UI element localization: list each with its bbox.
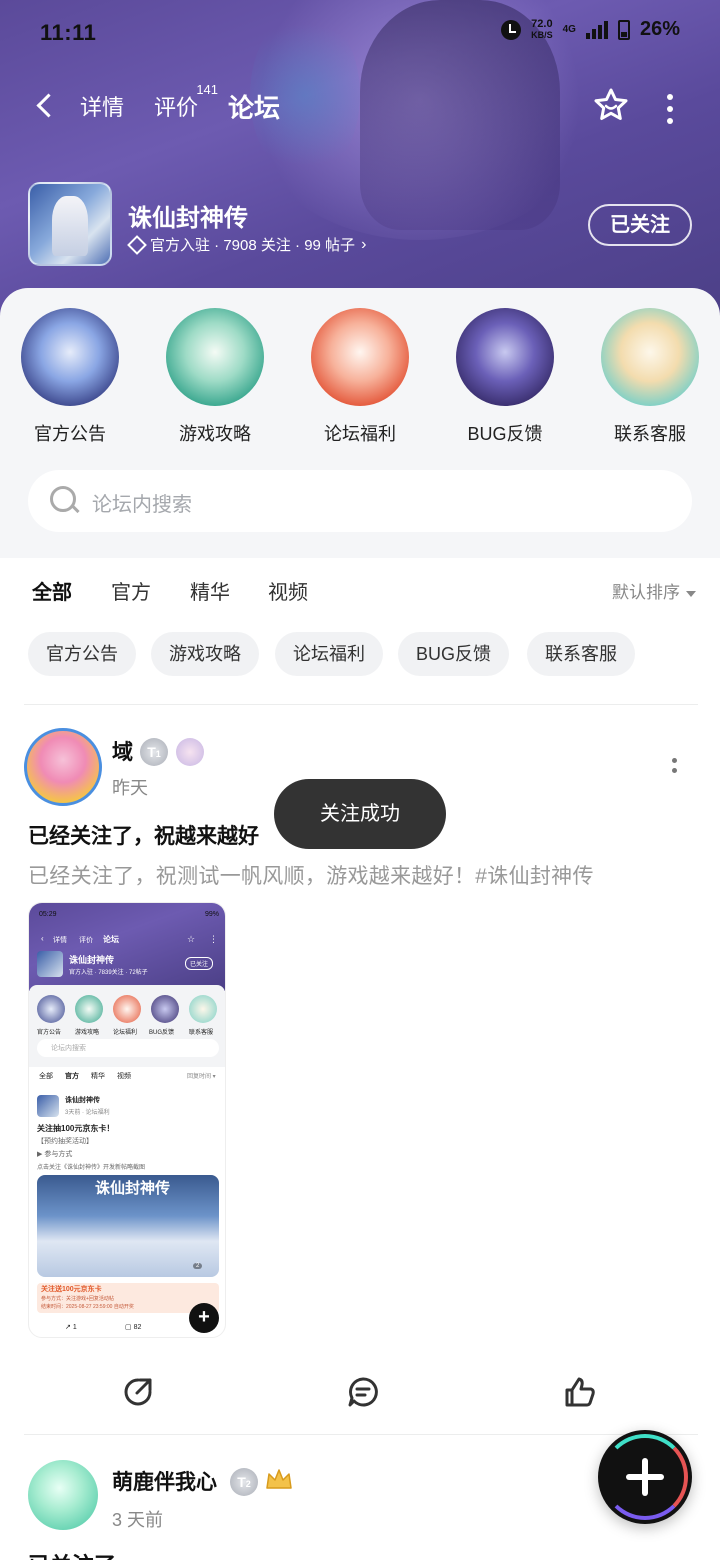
post-title: 已关注了 xyxy=(28,1548,116,1560)
more-options-icon[interactable] xyxy=(664,94,676,124)
chip-contact-support[interactable]: 联系客服 xyxy=(527,632,635,676)
post-author[interactable]: 域 xyxy=(112,736,133,766)
game-guide-art xyxy=(166,308,264,406)
official-announcement-art xyxy=(21,308,119,406)
avatar[interactable] xyxy=(28,1460,98,1530)
game-info: 诛仙封神传 官方入驻 · 7908 关注 · 99 帖子 › 已关注 xyxy=(28,182,692,268)
tab-details[interactable]: 详情 xyxy=(80,90,124,122)
status-bar: 11:11 72.0 KB/S 4G 26% xyxy=(0,0,720,64)
filter-tab-video[interactable]: 视频 xyxy=(268,576,308,605)
back-icon[interactable] xyxy=(34,92,58,120)
post-image-screenshot[interactable]: 05:29 99% ‹ 详情 评价 论坛 ☆ ⋮ 诛仙封神传 官方入驻 · 78… xyxy=(28,902,226,1338)
signal-icon xyxy=(585,20,608,39)
top-navigation: 详情 评价 141 论坛 xyxy=(0,76,720,136)
bug-feedback-art xyxy=(456,308,554,406)
comment-icon[interactable] xyxy=(345,1374,381,1410)
post-title: 已经关注了，祝越来越好 xyxy=(28,825,259,848)
search-input[interactable]: 论坛内搜索 xyxy=(92,488,192,517)
follow-button[interactable]: 已关注 xyxy=(588,204,692,246)
thumb-plus-icon: + xyxy=(189,1303,219,1333)
category-official-announcement[interactable]: 官方公告 xyxy=(10,308,130,446)
chevron-right-icon: › xyxy=(361,235,367,253)
category-bug-feedback[interactable]: BUG反馈 xyxy=(445,308,565,446)
category-game-guide[interactable]: 游戏攻略 xyxy=(155,308,275,446)
post-more-icon[interactable] xyxy=(670,758,678,778)
share-icon[interactable] xyxy=(120,1374,156,1410)
chip-game-guide[interactable]: 游戏攻略 xyxy=(151,632,259,676)
review-count: 141 xyxy=(196,82,219,97)
tab-forum[interactable]: 论坛 xyxy=(228,88,281,125)
battery-icon xyxy=(617,19,630,40)
net-speed: 72.0 KB/S xyxy=(531,17,553,40)
thumb-more-icon: ⋮ xyxy=(209,934,218,944)
forum-category-panel: 官方公告 游戏攻略 论坛福利 BUG反馈 联系客服 论坛内搜索 xyxy=(0,288,720,558)
toast-follow-success: 关注成功 xyxy=(274,779,446,849)
status-time: 11:11 xyxy=(40,20,97,45)
category-contact-support[interactable]: 联系客服 xyxy=(590,308,710,446)
status-icons: 72.0 KB/S 4G 26% xyxy=(501,18,680,41)
like-thumb-icon[interactable] xyxy=(562,1374,598,1410)
game-title: 诛仙封神传 xyxy=(128,205,248,232)
level-badge: T2 xyxy=(230,1468,258,1496)
thumb-header xyxy=(29,903,225,991)
filter-tab-official[interactable]: 官方 xyxy=(111,576,151,605)
sort-dropdown[interactable]: 默认排序 xyxy=(612,578,696,603)
post-author[interactable]: 萌鹿伴我心 xyxy=(112,1466,217,1496)
category-forum-welfare[interactable]: 论坛福利 xyxy=(300,308,420,446)
thumb-star-icon: ☆ xyxy=(187,934,196,944)
post-time: 昨天 xyxy=(112,778,148,798)
battery-percent: 26% xyxy=(639,18,680,40)
thumb-game-logo xyxy=(37,951,63,977)
create-post-button[interactable] xyxy=(598,1430,692,1524)
chip-forum-welfare[interactable]: 论坛福利 xyxy=(275,632,383,676)
contact-support-art xyxy=(601,308,699,406)
crown-icon xyxy=(266,1469,292,1489)
medal-badge xyxy=(176,738,204,766)
favorite-star-icon[interactable] xyxy=(592,86,630,124)
game-logo[interactable] xyxy=(28,182,112,266)
filter-tab-all[interactable]: 全部 xyxy=(32,576,72,605)
post-body: 已经关注了，祝测试一帆风顺，游戏越来越好！#诛仙封神传 xyxy=(28,865,594,888)
chip-bug-feedback[interactable]: BUG反馈 xyxy=(398,632,510,676)
game-meta[interactable]: 官方入驻 · 7908 关注 · 99 帖子 › xyxy=(128,234,366,255)
search-icon xyxy=(50,486,80,516)
forum-welfare-art xyxy=(311,308,409,406)
divider xyxy=(24,704,698,705)
tab-reviews[interactable]: 评价 141 xyxy=(154,82,218,122)
chip-official-announcement[interactable]: 官方公告 xyxy=(28,632,136,676)
forum-search-bar[interactable]: 论坛内搜索 xyxy=(28,470,692,532)
network-type: 4G xyxy=(562,24,576,35)
post-filters: 全部 官方 精华 视频 默认排序 官方公告 游戏攻略 论坛福利 BUG反馈 联系… xyxy=(0,558,720,708)
post-time: 3 天前 xyxy=(112,1510,164,1530)
level-badge: T1 xyxy=(140,738,168,766)
verified-diamond-icon xyxy=(128,238,144,252)
post-actions xyxy=(0,1368,720,1416)
caret-down-icon xyxy=(686,590,696,597)
alarm-icon xyxy=(501,19,522,40)
avatar[interactable] xyxy=(24,728,102,806)
divider xyxy=(24,1434,698,1435)
filter-tab-featured[interactable]: 精华 xyxy=(190,576,230,605)
